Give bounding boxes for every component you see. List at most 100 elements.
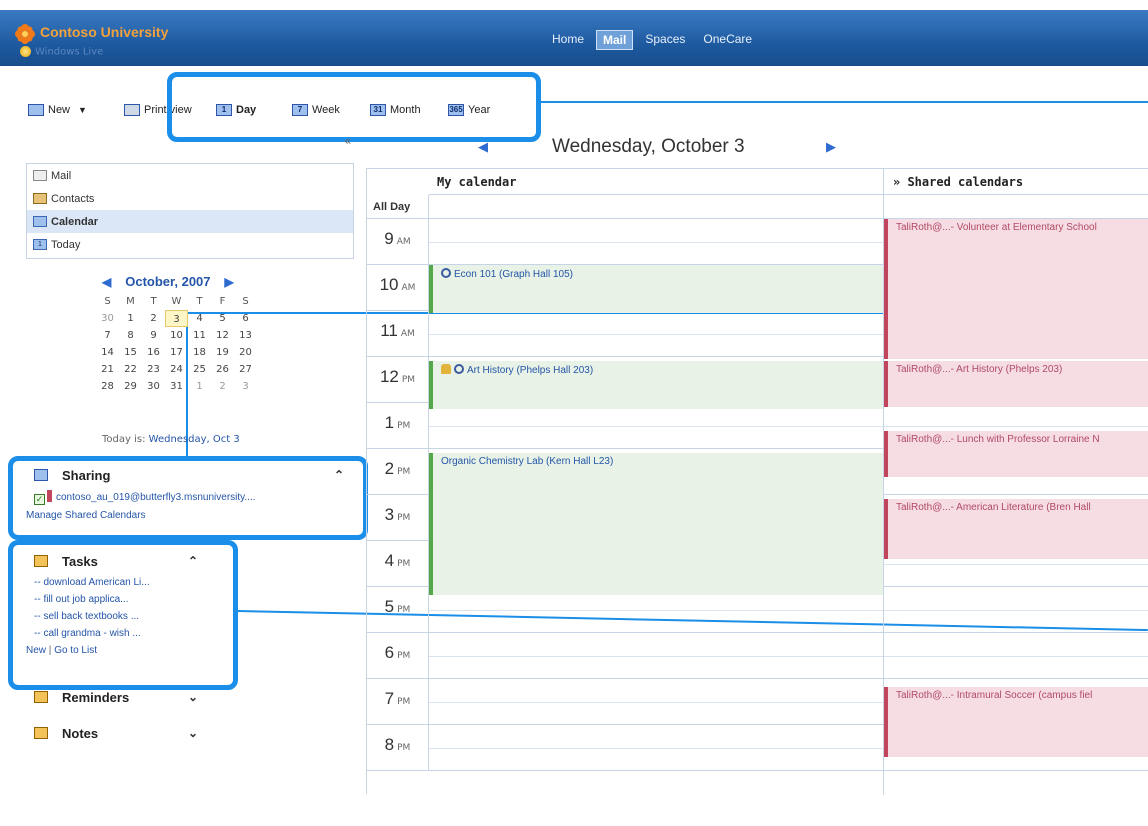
checkbox-icon[interactable]: ✓ [34, 494, 45, 505]
shared-calendar-row[interactable]: ✓ contoso_au_019@butterfly3.msnuniversity… [26, 488, 354, 508]
mini-calendar-day[interactable]: 7 [96, 327, 119, 344]
today-is: Today is: Wednesday, Oct 3 [102, 434, 240, 445]
mini-calendar-day[interactable]: 11 [188, 327, 211, 344]
mini-calendar-day[interactable]: 17 [165, 344, 188, 361]
mini-calendar-day[interactable]: 2 [142, 310, 165, 327]
shared-calendars-header[interactable]: » Shared calendars [883, 169, 1148, 195]
mini-calendar-day[interactable]: 30 [142, 378, 165, 395]
prev-month-icon[interactable]: ◀ [102, 275, 111, 289]
collapse-pane-icon[interactable]: « [344, 134, 351, 148]
hour-meridiem: PM [401, 375, 416, 385]
mini-calendar-day[interactable]: 30 [96, 310, 119, 327]
mini-calendar-day[interactable]: 26 [211, 361, 234, 378]
today-icon: 1 [33, 239, 47, 250]
task-item[interactable]: -- download American Li... [26, 574, 354, 591]
mini-calendar-day[interactable]: 13 [234, 327, 257, 344]
mini-calendar-day[interactable]: 19 [211, 344, 234, 361]
mini-calendar-day[interactable]: 27 [234, 361, 257, 378]
mini-calendar-day[interactable]: 14 [96, 344, 119, 361]
nav-onecare[interactable]: OneCare [697, 30, 758, 50]
mini-calendar-day[interactable]: 1 [188, 378, 211, 395]
manage-shared-link[interactable]: Manage Shared Calendars [26, 508, 354, 524]
sharing-header[interactable]: Sharing ⌃ [26, 462, 354, 488]
next-month-icon[interactable]: ▶ [225, 275, 234, 289]
mini-calendar-day[interactable]: 8 [119, 327, 142, 344]
mini-calendar-day[interactable]: 22 [119, 361, 142, 378]
shared-event-lunch[interactable]: TaliRoth@...- Lunch with Professor Lorra… [884, 431, 1148, 477]
mini-calendar-day[interactable]: 20 [234, 344, 257, 361]
event-title: TaliRoth@...- Volunteer at Elementary Sc… [896, 222, 1097, 233]
mini-calendar-month[interactable]: October, 2007 [125, 274, 210, 289]
notes-title: Notes [62, 725, 99, 741]
shared-event-american-lit[interactable]: TaliRoth@...- American Literature (Bren … [884, 499, 1148, 559]
tasks-header[interactable]: Tasks ⌃ [26, 548, 354, 574]
nav-item-today[interactable]: 1 Today [27, 233, 353, 256]
callout-line-views [541, 101, 1148, 103]
mini-calendar-day[interactable]: 15 [119, 344, 142, 361]
mini-calendar-day[interactable]: 2 [211, 378, 234, 395]
hour-number: 1 [384, 413, 395, 432]
half-hour-gridline [429, 426, 1148, 427]
next-day-icon[interactable]: ▶ [826, 140, 836, 155]
prev-day-icon[interactable]: ◀ [478, 140, 488, 155]
shared-calendar-name[interactable]: contoso_au_019@butterfly3.msnuniversity.… [56, 492, 256, 503]
expand-chevron-icon[interactable]: ⌄ [188, 726, 198, 740]
mini-calendar-day[interactable]: 21 [96, 361, 119, 378]
mini-calendar-day[interactable]: 3 [234, 378, 257, 395]
mini-calendar-day[interactable]: 12 [211, 327, 234, 344]
expand-chevron-icon[interactable]: ⌄ [188, 690, 198, 704]
go-to-list-link[interactable]: Go to List [54, 645, 97, 656]
nav-spaces[interactable]: Spaces [639, 30, 691, 50]
all-day-cell[interactable] [429, 195, 1148, 219]
task-item[interactable]: -- call grandma - wish ... [26, 625, 354, 642]
mini-calendar-day[interactable]: 24 [165, 361, 188, 378]
mini-calendar-day[interactable]: 9 [142, 327, 165, 344]
nav-home[interactable]: Home [546, 30, 590, 50]
event-econ-101[interactable]: Econ 101 (Graph Hall 105) [429, 265, 883, 313]
brand-name[interactable]: Contoso University [40, 24, 168, 40]
hour-number: 3 [384, 505, 395, 524]
shared-event-volunteer[interactable]: TaliRoth@...- Volunteer at Elementary Sc… [884, 219, 1148, 359]
dropdown-arrow-icon[interactable]: ▼ [78, 105, 87, 115]
mini-calendar-day[interactable]: 16 [142, 344, 165, 361]
hour-meridiem: AM [400, 329, 415, 339]
mini-calendar-day[interactable]: 23 [142, 361, 165, 378]
mini-calendar-day[interactable]: 29 [119, 378, 142, 395]
new-task-link[interactable]: New [26, 645, 46, 656]
task-item[interactable]: -- fill out job applica... [26, 591, 354, 608]
mini-calendar-day[interactable]: 6 [234, 310, 257, 327]
mini-calendar-day[interactable]: 1 [119, 310, 142, 327]
mini-calendar-day[interactable]: 18 [188, 344, 211, 361]
nav-item-calendar[interactable]: Calendar [27, 210, 353, 233]
nav-item-mail[interactable]: Mail [27, 164, 353, 187]
collapse-chevron-icon[interactable]: ⌃ [188, 554, 198, 568]
nav-item-contacts[interactable]: Contacts [27, 187, 353, 210]
today-is-link[interactable]: Wednesday, Oct 3 [149, 434, 240, 445]
mini-calendar-day[interactable]: 4 [188, 310, 211, 327]
hour-label: 12 PM [367, 357, 429, 403]
shared-event-art-history[interactable]: TaliRoth@...- Art History (Phelps 203) [884, 361, 1148, 407]
collapse-chevron-icon[interactable]: ⌃ [334, 468, 344, 482]
reminders-header[interactable]: Reminders ⌄ [26, 684, 354, 710]
shared-event-soccer[interactable]: TaliRoth@...- Intramural Soccer (campus … [884, 687, 1148, 757]
new-button[interactable]: New ▼ [28, 104, 87, 116]
reminder-icon [441, 364, 451, 374]
mini-calendar-day[interactable]: 25 [188, 361, 211, 378]
notes-header[interactable]: Notes ⌄ [26, 720, 354, 746]
mini-calendar-day[interactable]: 28 [96, 378, 119, 395]
event-organic-chemistry[interactable]: Organic Chemistry Lab (Kern Hall L23) [429, 453, 883, 595]
mini-calendar-day[interactable]: 10 [165, 327, 188, 344]
nav-mail[interactable]: Mail [596, 30, 634, 50]
tasks-panel: Tasks ⌃ -- download American Li... -- fil… [26, 548, 354, 660]
task-item[interactable]: -- sell back textbooks ... [26, 608, 354, 625]
hour-number: 8 [384, 735, 395, 754]
brand-subtitle: Windows Live [20, 46, 103, 58]
event-art-history[interactable]: Art History (Phelps Hall 203) [429, 361, 883, 409]
top-nav: Home Mail Spaces OneCare [546, 30, 758, 50]
notes-panel: Notes ⌄ [26, 720, 354, 746]
mini-calendar-day[interactable]: 31 [165, 378, 188, 395]
mini-calendar-day[interactable]: 5 [211, 310, 234, 327]
day-of-week-header: S [104, 296, 111, 307]
hour-gridline [429, 770, 1148, 771]
mini-calendar-day[interactable]: 3 [165, 310, 188, 327]
